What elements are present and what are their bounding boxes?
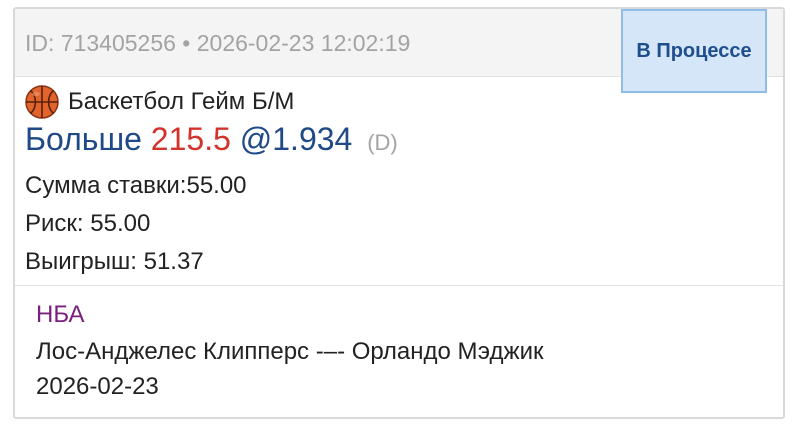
win-amount: Выигрыш: 51.37	[25, 248, 204, 275]
bet-card[interactable]: ID: 713405256 • 2026-02-23 12:02:19 В Пр…	[13, 7, 785, 419]
basketball-icon	[25, 85, 59, 119]
sport-row: Баскетбол Гейм Б/М	[25, 83, 294, 121]
divider	[15, 285, 783, 286]
bet-id-timestamp: ID: 713405256 • 2026-02-23 12:02:19	[25, 30, 411, 56]
odds-type: (D)	[367, 130, 398, 155]
status-badge: В Процессе	[621, 9, 767, 93]
match-teams: Лос-Анджелес Клипперс -–- Орландо Мэджик	[36, 338, 544, 365]
bet-selection-line: Больше 215.5 @1.934 (D)	[25, 121, 398, 158]
line-value: 215.5	[150, 121, 231, 157]
match-date: 2026-02-23	[36, 373, 159, 400]
league-name: НБА	[36, 301, 85, 328]
risk-amount: Риск: 55.00	[25, 210, 151, 237]
stake-amount: Сумма ставки:55.00	[25, 172, 247, 199]
odds-value: @1.934	[239, 121, 353, 157]
sport-market-name: Баскетбол Гейм Б/М	[68, 88, 295, 115]
selection-label: Больше	[25, 121, 142, 157]
